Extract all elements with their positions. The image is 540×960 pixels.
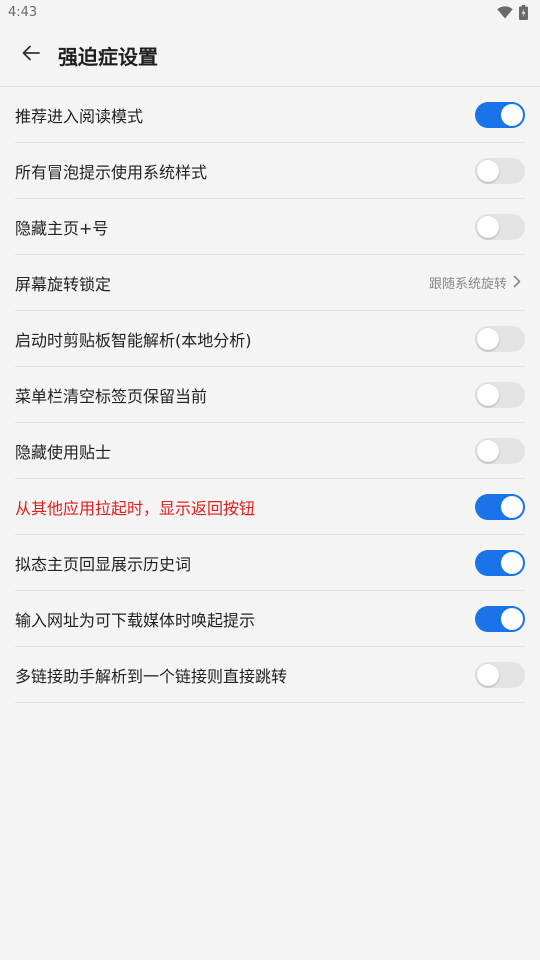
single-link-jump-toggle[interactable] (475, 661, 525, 688)
setting-row-hide-home-plus[interactable]: 隐藏主页+号 (15, 199, 525, 255)
hide-tips-toggle[interactable] (475, 437, 525, 464)
setting-row-hide-tips[interactable]: 隐藏使用贴士 (15, 423, 525, 479)
setting-row-media-download-prompt[interactable]: 输入网址为可下载媒体时唤起提示 (15, 591, 525, 647)
setting-label: 拟态主页回显展示历史词 (15, 554, 192, 574)
setting-row-reading-mode[interactable]: 推荐进入阅读模式 (15, 87, 525, 143)
history-words-toggle[interactable] (475, 549, 525, 576)
setting-row-clipboard-parse[interactable]: 启动时剪贴板智能解析(本地分析) (15, 311, 525, 367)
setting-label: 屏幕旋转锁定 (15, 274, 112, 294)
toggle-knob (477, 159, 499, 182)
clear-tabs-keep-current-toggle[interactable] (475, 381, 525, 408)
toggle-knob (477, 383, 499, 406)
toggle-knob (477, 663, 499, 686)
setting-row-show-back-button[interactable]: 从其他应用拉起时，显示返回按钮 (15, 479, 525, 535)
status-bar: 4:43 (0, 0, 540, 24)
toggle-knob (501, 607, 523, 630)
toggle-knob (501, 551, 523, 574)
clipboard-parse-toggle[interactable] (475, 325, 525, 352)
reading-mode-toggle[interactable] (475, 101, 525, 128)
show-back-button-toggle[interactable] (475, 493, 525, 520)
toggle-knob (477, 439, 499, 462)
setting-label: 隐藏使用贴士 (15, 442, 112, 462)
rotation-lock-select[interactable]: 跟随系统旋转 (429, 273, 521, 292)
setting-label: 所有冒泡提示使用系统样式 (15, 162, 208, 182)
setting-label: 多链接助手解析到一个链接则直接跳转 (15, 666, 288, 686)
settings-list: 推荐进入阅读模式 所有冒泡提示使用系统样式 隐藏主页+号 屏幕旋转锁定 跟随系统… (15, 87, 525, 703)
status-icons (497, 4, 528, 20)
hide-home-plus-toggle[interactable] (475, 213, 525, 240)
setting-row-rotation-lock[interactable]: 屏幕旋转锁定 跟随系统旋转 (15, 255, 525, 311)
chevron-right-icon (513, 273, 521, 292)
setting-label: 推荐进入阅读模式 (15, 106, 144, 126)
back-button[interactable] (18, 42, 44, 68)
wifi-icon (497, 5, 513, 19)
status-time: 4:43 (8, 4, 38, 20)
rotation-lock-value: 跟随系统旋转 (428, 277, 507, 292)
setting-row-system-bubble-style[interactable]: 所有冒泡提示使用系统样式 (15, 143, 525, 199)
setting-row-clear-tabs-keep-current[interactable]: 菜单栏清空标签页保留当前 (15, 367, 525, 423)
toggle-knob (477, 327, 499, 350)
battery-icon (519, 4, 528, 20)
setting-label: 输入网址为可下载媒体时唤起提示 (15, 610, 256, 630)
system-bubble-style-toggle[interactable] (475, 157, 525, 184)
setting-label: 启动时剪贴板智能解析(本地分析) (15, 330, 252, 350)
setting-row-single-link-jump[interactable]: 多链接助手解析到一个链接则直接跳转 (15, 647, 525, 703)
app-bar: 强迫症设置 (0, 24, 540, 87)
setting-label: 菜单栏清空标签页保留当前 (15, 386, 208, 406)
setting-label: 从其他应用拉起时，显示返回按钮 (15, 498, 256, 518)
page-title: 强迫症设置 (58, 44, 158, 69)
toggle-knob (477, 215, 499, 238)
setting-row-history-words[interactable]: 拟态主页回显展示历史词 (15, 535, 525, 591)
setting-label: 隐藏主页+号 (15, 218, 109, 238)
arrow-left-icon (22, 45, 40, 65)
toggle-knob (501, 495, 523, 518)
toggle-knob (501, 103, 523, 126)
media-download-prompt-toggle[interactable] (475, 605, 525, 632)
